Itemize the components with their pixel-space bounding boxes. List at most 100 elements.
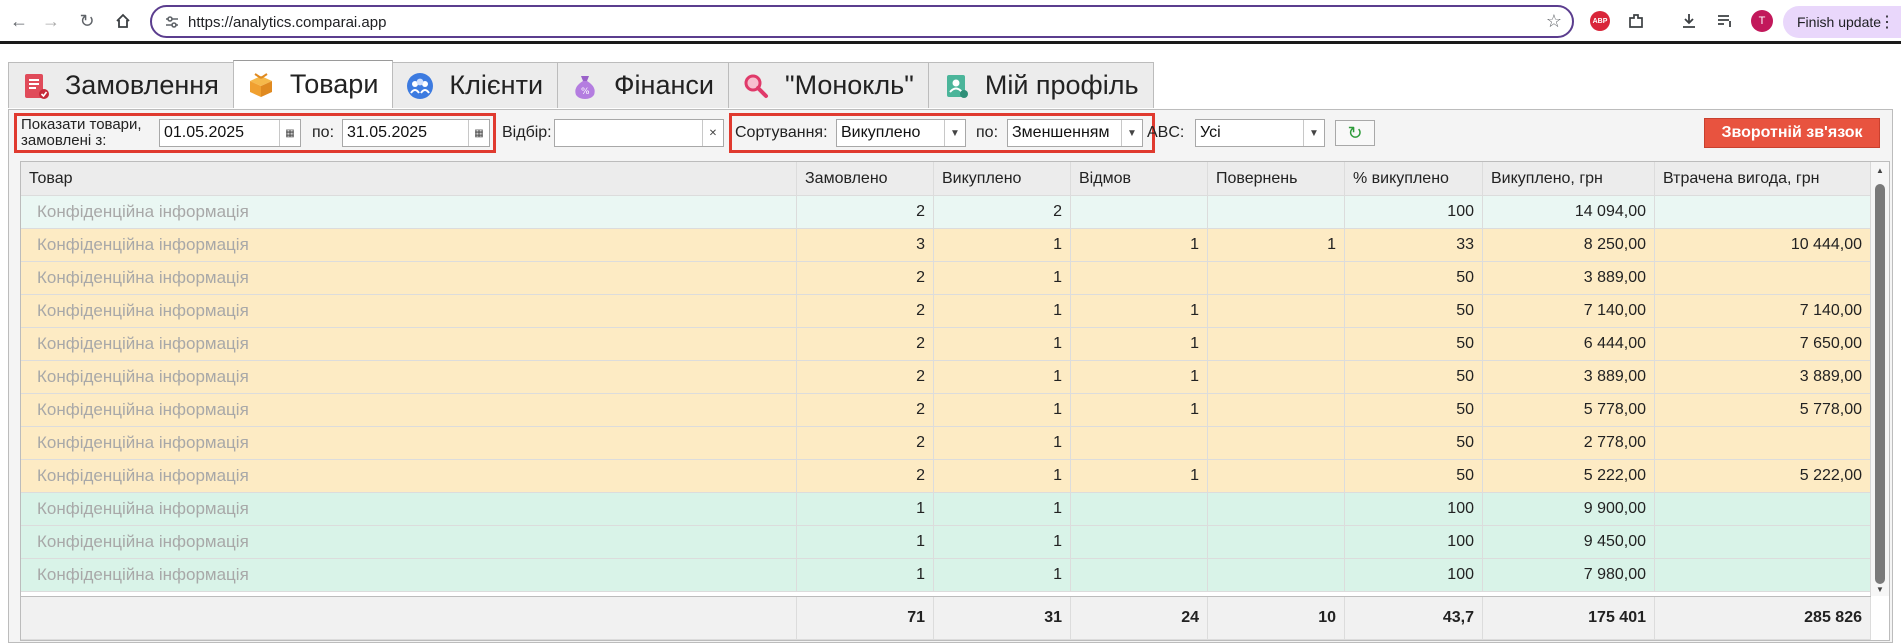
bought-uah-cell: 9 450,00 bbox=[1483, 526, 1655, 558]
download-icon[interactable] bbox=[1678, 10, 1700, 32]
order-select[interactable]: Зменшенням ▼ bbox=[1007, 119, 1143, 147]
table-row[interactable]: Конфіденційна інформація 3 1 1 1 33 8 250,00 10… bbox=[21, 229, 1871, 262]
table-row[interactable]: Конфіденційна інформація 2 1 1 50 3 889,00 3 8… bbox=[21, 361, 1871, 394]
column-header[interactable]: Відмов bbox=[1071, 162, 1208, 195]
main-tabs: Замовлення Товари Клієнти % Фінанси "Мон… bbox=[8, 60, 1154, 110]
pct-cell: 50 bbox=[1345, 295, 1483, 327]
url-text[interactable]: https://analytics.comparai.app bbox=[188, 14, 386, 31]
column-header[interactable]: Викуплено bbox=[934, 162, 1071, 195]
calendar-icon[interactable]: ▦ bbox=[279, 120, 300, 146]
ordered-cell: 2 bbox=[797, 328, 934, 360]
lost-cell bbox=[1655, 262, 1871, 294]
pct-cell: 50 bbox=[1345, 460, 1483, 492]
bought-cell: 1 bbox=[934, 460, 1071, 492]
pct-cell: 50 bbox=[1345, 427, 1483, 459]
tab-clients[interactable]: Клієнти bbox=[392, 62, 559, 108]
table-row[interactable]: Конфіденційна інформація 2 1 1 50 5 222,00 5 2… bbox=[21, 460, 1871, 493]
feedback-button[interactable]: Зворотній зв'язок bbox=[1704, 118, 1880, 148]
more-menu-icon[interactable]: ⋮ bbox=[1879, 12, 1895, 32]
bought-cell: 1 bbox=[934, 493, 1071, 525]
refused-cell: 1 bbox=[1071, 394, 1208, 426]
scroll-up-icon[interactable]: ▲ bbox=[1876, 166, 1884, 175]
media-queue-icon[interactable] bbox=[1714, 10, 1736, 32]
vertical-scrollbar[interactable]: ▲ ▼ bbox=[1870, 162, 1889, 596]
bought-uah-cell: 5 778,00 bbox=[1483, 394, 1655, 426]
column-header[interactable]: Замовлено bbox=[797, 162, 934, 195]
back-icon[interactable]: ← bbox=[6, 8, 32, 34]
address-bar[interactable]: https://analytics.comparai.app ☆ bbox=[150, 5, 1574, 38]
product-cell: Конфіденційна інформація bbox=[21, 328, 797, 360]
chevron-down-icon[interactable]: ▼ bbox=[1303, 120, 1324, 146]
refused-cell bbox=[1071, 559, 1208, 591]
scrollbar-thumb[interactable] bbox=[1875, 184, 1885, 584]
ordered-cell: 2 bbox=[797, 427, 934, 459]
column-header[interactable]: Викуплено, грн bbox=[1483, 162, 1655, 195]
table-row[interactable]: Конфіденційна інформація 2 1 50 3 889,00 bbox=[21, 262, 1871, 295]
table-row[interactable]: Конфіденційна інформація 1 1 100 9 450,00 bbox=[21, 526, 1871, 559]
finish-update-label: Finish update bbox=[1797, 14, 1882, 30]
table-row[interactable]: Конфіденційна інформація 2 1 1 50 7 140,00 7 1… bbox=[21, 295, 1871, 328]
column-header[interactable]: % викуплено bbox=[1345, 162, 1483, 195]
column-header[interactable]: Втрачена вигода, грн bbox=[1655, 162, 1871, 195]
table-row[interactable]: Конфіденційна інформація 2 1 50 2 778,00 bbox=[21, 427, 1871, 460]
table-row[interactable]: Конфіденційна інформація 1 1 100 7 980,00 bbox=[21, 559, 1871, 592]
tab-finance[interactable]: % Фінанси bbox=[557, 62, 729, 108]
tab-monocle[interactable]: "Монокль" bbox=[727, 62, 929, 108]
extensions-icon[interactable] bbox=[1625, 10, 1647, 32]
profile-avatar[interactable]: T bbox=[1751, 10, 1773, 32]
refresh-button[interactable]: ↻ bbox=[1335, 120, 1375, 146]
table-row[interactable]: Конфіденційна інформація 2 1 1 50 6 444,00 7 6… bbox=[21, 328, 1871, 361]
bought-cell: 1 bbox=[934, 229, 1071, 261]
date-from-value: 01.05.2025 bbox=[164, 124, 245, 141]
tab-products[interactable]: Товари bbox=[232, 60, 394, 108]
calendar-icon[interactable]: ▦ bbox=[468, 120, 489, 146]
forward-icon[interactable]: → bbox=[38, 8, 64, 34]
column-header[interactable]: Товар bbox=[21, 162, 797, 195]
reload-icon[interactable]: ↻ bbox=[74, 8, 100, 34]
table-row[interactable]: Конфіденційна інформація 2 1 1 50 5 778,00 5 7… bbox=[21, 394, 1871, 427]
bought-uah-cell: 6 444,00 bbox=[1483, 328, 1655, 360]
ordered-cell: 2 bbox=[797, 394, 934, 426]
filter-label: Відбір: bbox=[502, 124, 552, 141]
date-from-field[interactable]: 01.05.2025 ▦ bbox=[159, 119, 301, 147]
tab-orders[interactable]: Замовлення bbox=[8, 62, 234, 108]
site-settings-icon[interactable] bbox=[164, 14, 180, 30]
abc-select[interactable]: Усі ▼ bbox=[1195, 119, 1325, 147]
lost-cell bbox=[1655, 526, 1871, 558]
returns-cell bbox=[1208, 328, 1345, 360]
home-icon[interactable] bbox=[110, 8, 136, 34]
bookmark-star-icon[interactable]: ☆ bbox=[1546, 11, 1562, 32]
date-to-field[interactable]: 31.05.2025 ▦ bbox=[342, 119, 490, 147]
returns-cell bbox=[1208, 559, 1345, 591]
finish-update-button[interactable]: Finish update ⋮ bbox=[1783, 6, 1901, 38]
table-header: Товар Замовлено Викуплено Відмов Поверне… bbox=[21, 162, 1871, 196]
refused-cell bbox=[1071, 196, 1208, 228]
table-row[interactable]: Конфіденційна інформація 1 1 100 9 900,00 bbox=[21, 493, 1871, 526]
returns-cell bbox=[1208, 394, 1345, 426]
filter-input[interactable]: ✕ bbox=[554, 119, 724, 147]
table-row[interactable]: Конфіденційна інформація 2 2 100 14 094,00 bbox=[21, 196, 1871, 229]
pct-cell: 50 bbox=[1345, 328, 1483, 360]
pct-cell: 100 bbox=[1345, 526, 1483, 558]
scroll-down-icon[interactable]: ▼ bbox=[1876, 585, 1884, 594]
clear-icon[interactable]: ✕ bbox=[702, 120, 723, 146]
column-header[interactable]: Повернень bbox=[1208, 162, 1345, 195]
returns-cell bbox=[1208, 361, 1345, 393]
lost-cell: 5 778,00 bbox=[1655, 394, 1871, 426]
total-product bbox=[21, 597, 797, 639]
adblock-icon[interactable]: ABP bbox=[1590, 11, 1610, 31]
sort-select[interactable]: Викуплено ▼ bbox=[836, 119, 966, 147]
lost-cell bbox=[1655, 493, 1871, 525]
chevron-down-icon[interactable]: ▼ bbox=[1121, 120, 1142, 146]
product-cell: Конфіденційна інформація bbox=[21, 559, 797, 591]
bought-uah-cell: 8 250,00 bbox=[1483, 229, 1655, 261]
sort-label: Сортування: bbox=[735, 124, 828, 141]
refused-cell: 1 bbox=[1071, 328, 1208, 360]
bought-cell: 1 bbox=[934, 328, 1071, 360]
pct-cell: 100 bbox=[1345, 196, 1483, 228]
tab-profile[interactable]: Мій профіль bbox=[927, 62, 1154, 108]
chevron-down-icon[interactable]: ▼ bbox=[944, 120, 965, 146]
pct-cell: 50 bbox=[1345, 394, 1483, 426]
refresh-icon: ↻ bbox=[1347, 122, 1363, 143]
tab-label: Клієнти bbox=[449, 70, 544, 100]
